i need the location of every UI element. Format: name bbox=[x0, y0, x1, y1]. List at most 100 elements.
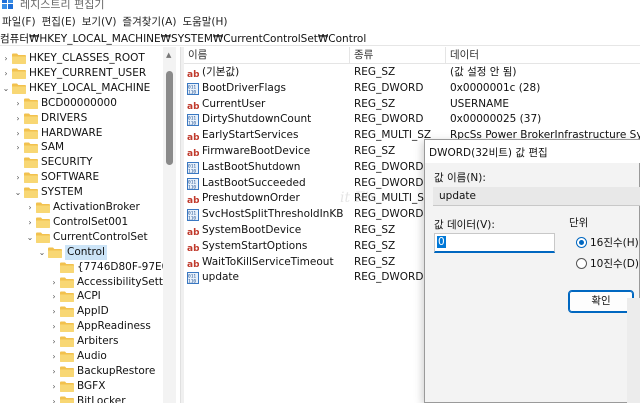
chevron-right-icon[interactable]: › bbox=[2, 66, 10, 81]
tree-item[interactable]: › AppID bbox=[0, 304, 165, 319]
address-path[interactable]: 컴퓨터₩HKEY_LOCAL_MACHINE₩SYSTEM₩CurrentCon… bbox=[0, 31, 366, 46]
tree-item[interactable]: SECURITY bbox=[0, 155, 165, 170]
tree-item[interactable]: ⌄ HKEY_LOCAL_MACHINE bbox=[0, 81, 165, 96]
dialog-title-bar[interactable]: DWORD(32비트) 값 편집 bbox=[425, 140, 640, 163]
chevron-right-icon[interactable]: › bbox=[50, 394, 58, 403]
column-header-name[interactable]: 이름 bbox=[184, 47, 350, 64]
value-data: USERNAME bbox=[450, 97, 510, 110]
tree-item-label: SOFTWARE bbox=[41, 171, 100, 184]
tree-item[interactable]: ⌄ Control bbox=[0, 244, 165, 260]
tree-item[interactable]: › ControlSet001 bbox=[0, 215, 165, 230]
tree-item[interactable]: › AccessibilitySetti bbox=[0, 275, 166, 290]
tree-item[interactable]: › ActivationBroker bbox=[0, 200, 165, 215]
folder-icon bbox=[12, 53, 26, 64]
folder-icon bbox=[60, 277, 74, 288]
menu-edit[interactable]: 편집(E) bbox=[42, 14, 82, 29]
value-name: LastBootSucceeded bbox=[202, 176, 306, 189]
ok-button[interactable]: 확인 bbox=[568, 290, 634, 313]
value-row[interactable]: ab CurrentUser REG_SZ USERNAME bbox=[184, 97, 640, 113]
binary-value-icon: 011 110 bbox=[187, 114, 199, 127]
value-name: WaitToKillServiceTimeout bbox=[202, 255, 334, 268]
chevron-down-icon[interactable]: ⌄ bbox=[38, 245, 46, 260]
menu-view[interactable]: 보기(V) bbox=[82, 14, 123, 29]
tree-scroll-thumb[interactable] bbox=[166, 71, 173, 165]
value-row[interactable]: ab (기본값) REG_SZ (값 설정 안 됨) bbox=[184, 65, 640, 81]
string-value-icon: ab bbox=[187, 225, 200, 238]
hex-radio-label: 16진수(H) bbox=[590, 236, 639, 249]
column-header-type[interactable]: 종류 bbox=[350, 47, 446, 64]
chevron-right-icon[interactable]: › bbox=[14, 111, 22, 126]
scroll-up-icon[interactable]: ▲ bbox=[166, 51, 171, 59]
tree-item-label: AppReadiness bbox=[77, 320, 151, 333]
tree-item[interactable]: ⌄ CurrentControlSet bbox=[0, 230, 165, 245]
folder-icon bbox=[60, 366, 74, 377]
chevron-right-icon[interactable]: › bbox=[50, 289, 58, 304]
tree-item[interactable]: › AppReadiness bbox=[0, 319, 165, 334]
tree-item-label: BCD00000000 bbox=[41, 96, 117, 109]
tree-item[interactable]: › HKEY_CURRENT_USER bbox=[0, 66, 165, 81]
chevron-right-icon[interactable]: › bbox=[50, 304, 58, 319]
tree-item[interactable]: {7746D80F-97E0- bbox=[0, 260, 172, 275]
value-name: (기본값) bbox=[202, 66, 240, 78]
tree-item[interactable]: › BCD00000000 bbox=[0, 96, 165, 111]
tree-item[interactable]: ⌄ SYSTEM bbox=[0, 185, 165, 200]
tree-item[interactable]: › Arbiters bbox=[0, 334, 165, 349]
value-name: BootDriverFlags bbox=[202, 81, 287, 94]
value-data-input[interactable]: 0 bbox=[434, 233, 555, 253]
binary-value-icon: 011 110 bbox=[187, 161, 199, 174]
chevron-right-icon[interactable]: › bbox=[50, 334, 58, 349]
chevron-right-icon[interactable]: › bbox=[50, 275, 58, 290]
tree-item[interactable]: › BGFX bbox=[0, 379, 165, 394]
chevron-right-icon[interactable]: › bbox=[14, 170, 22, 185]
tree-item[interactable]: › SAM bbox=[0, 140, 165, 155]
folder-icon bbox=[24, 113, 38, 124]
string-value-icon: ab bbox=[187, 241, 200, 254]
tree-item[interactable]: › BitLocker bbox=[0, 394, 165, 403]
chevron-right-icon[interactable]: › bbox=[50, 319, 58, 334]
tree-item-label: Audio bbox=[77, 350, 107, 362]
chevron-right-icon[interactable]: › bbox=[14, 126, 22, 141]
value-type: REG_SZ bbox=[354, 97, 396, 110]
tree-item[interactable]: › DRIVERS bbox=[0, 111, 165, 126]
address-bar[interactable]: 컴퓨터₩HKEY_LOCAL_MACHINE₩SYSTEM₩CurrentCon… bbox=[0, 31, 640, 46]
list-header: 이름 종류 데이터 bbox=[184, 47, 640, 64]
tree-item[interactable]: › HKEY_CLASSES_ROOT bbox=[0, 51, 165, 66]
chevron-right-icon[interactable]: › bbox=[50, 379, 58, 394]
tree-item[interactable]: › ACPI bbox=[0, 289, 165, 304]
chevron-down-icon[interactable]: ⌄ bbox=[26, 230, 34, 245]
chevron-right-icon[interactable]: › bbox=[26, 200, 34, 215]
tree-scrollbar[interactable]: ▲ bbox=[163, 47, 176, 403]
tree-item-label: Arbiters bbox=[77, 335, 119, 348]
chevron-right-icon[interactable]: › bbox=[2, 51, 10, 66]
column-header-data[interactable]: 데이터 bbox=[446, 47, 640, 64]
chevron-down-icon[interactable]: ⌄ bbox=[2, 81, 10, 96]
chevron-right-icon[interactable]: › bbox=[14, 96, 22, 111]
tree-item[interactable]: › SOFTWARE bbox=[0, 170, 165, 185]
chevron-right-icon[interactable]: › bbox=[50, 364, 58, 379]
value-row[interactable]: 011 110 DirtyShutdownCount REG_DWORD 0x00000… bbox=[184, 112, 640, 128]
value-row[interactable]: 011 110 BootDriverFlags REG_DWORD 0x0000001c… bbox=[184, 81, 640, 97]
dec-radio[interactable] bbox=[576, 257, 587, 269]
folder-icon bbox=[60, 351, 74, 362]
value-data: (값 설정 안 됨) bbox=[450, 66, 517, 78]
tree-item[interactable]: › Audio bbox=[0, 349, 165, 364]
tree-item[interactable]: › HARDWARE bbox=[0, 126, 165, 141]
menu-favorites[interactable]: 즐겨찾기(A) bbox=[122, 14, 182, 29]
key-tree[interactable]: › HKEY_CLASSES_ROOT › HKEY_CURRENT_USER ⌄ HKE… bbox=[0, 47, 180, 403]
value-data: 0x00000025 (37) bbox=[450, 113, 542, 126]
hex-radio[interactable] bbox=[576, 236, 587, 248]
chevron-down-icon[interactable]: ⌄ bbox=[14, 185, 22, 200]
hex-radio-option[interactable]: 16진수(H) bbox=[576, 235, 639, 249]
chevron-right-icon[interactable]: › bbox=[14, 140, 22, 155]
value-type: REG_SZ bbox=[354, 66, 396, 78]
folder-icon bbox=[48, 247, 62, 258]
dword-edit-dialog: DWORD(32비트) 값 편집 값 이름(N): update 값 데이터(V… bbox=[424, 139, 640, 403]
chevron-right-icon[interactable]: › bbox=[26, 215, 34, 230]
folder-icon bbox=[12, 68, 26, 79]
menu-file[interactable]: 파일(F) bbox=[2, 14, 42, 29]
menu-help[interactable]: 도움말(H) bbox=[182, 14, 233, 29]
binary-value-icon: 011 110 bbox=[187, 209, 199, 222]
dec-radio-option[interactable]: 10진수(D) bbox=[576, 256, 639, 270]
chevron-right-icon[interactable]: › bbox=[50, 349, 58, 364]
tree-item[interactable]: › BackupRestore bbox=[0, 364, 165, 379]
